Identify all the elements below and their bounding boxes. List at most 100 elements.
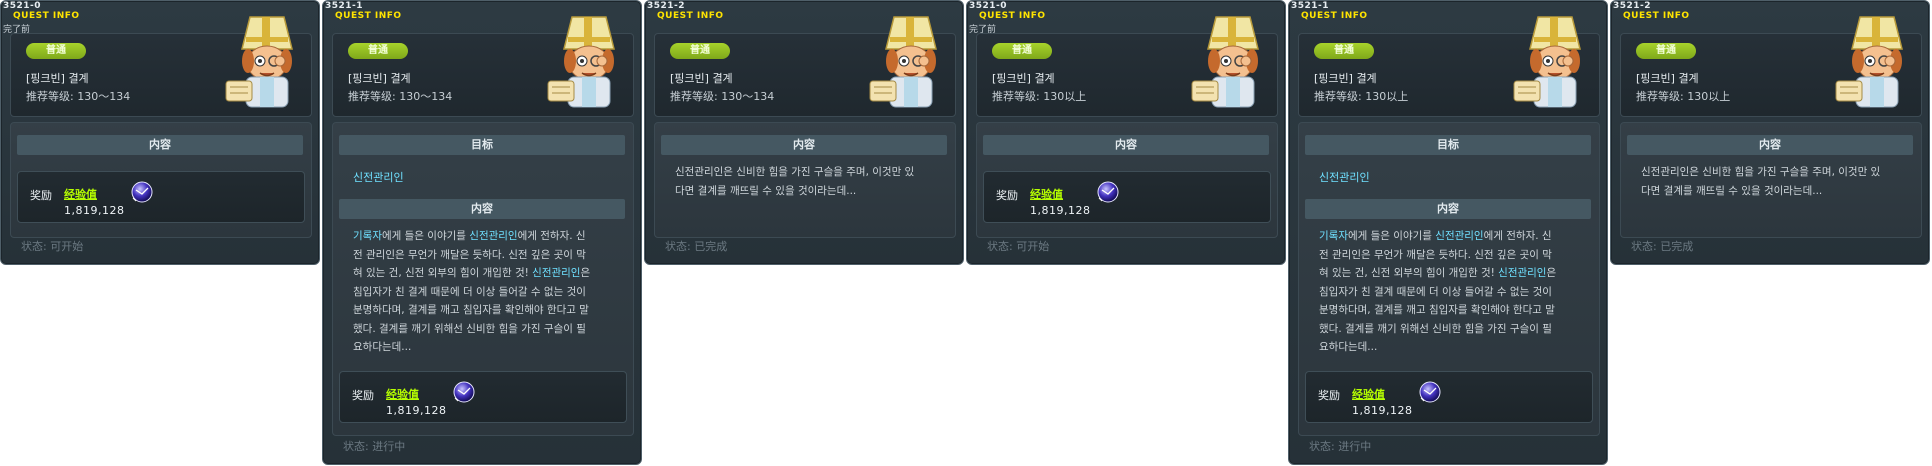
description-line: 침입자가 친 결계 때문에 더 이상 들어갈 수 없는 것이 bbox=[1319, 283, 1593, 302]
content-section-title: 内容 bbox=[17, 135, 303, 155]
description-line: 분명하다며, 결계를 깨고 침입자를 확인해야 한다고 말 bbox=[353, 301, 627, 320]
description-text: 에게 들은 이야기를 bbox=[381, 230, 470, 242]
target-npc-name[interactable]: 신전관리인 bbox=[353, 169, 404, 185]
quest-status: 状态: 已完成 bbox=[665, 240, 728, 253]
content-section-title: 内容 bbox=[1627, 135, 1913, 155]
quest-info-panel: 3521-0 QUEST INFO 完了前 普通 [핑크빈] 결계 推荐等级: 130以上… bbox=[966, 0, 1286, 265]
priest-npc-icon bbox=[1834, 15, 1918, 111]
quest-description: 신전관리인은 신비한 힘을 가진 구슬을 주며, 이것만 있다면 결계를 깨뜨릴… bbox=[675, 163, 949, 200]
recommended-level: 推荐等级: 130以上 bbox=[1636, 90, 1731, 103]
exp-value: 1,819,128 bbox=[64, 204, 125, 217]
content-section-title: 内容 bbox=[339, 199, 625, 219]
quest-info-header: QUEST INFO bbox=[335, 11, 402, 21]
quest-status: 状态: 进行中 bbox=[1309, 440, 1372, 453]
exp-value: 1,819,128 bbox=[1352, 404, 1413, 417]
recommended-level: 推荐等级: 130以上 bbox=[1314, 90, 1409, 103]
recommended-level: 推荐等级: 130～134 bbox=[26, 90, 131, 103]
target-section-title: 目标 bbox=[339, 135, 625, 155]
npc-name-link[interactable]: 신전관리인 bbox=[1435, 230, 1483, 242]
description-line: 신전관리인은 신비한 힘을 가진 구슬을 주며, 이것만 있 bbox=[1641, 163, 1915, 182]
reward-box: 奖励 经验值 1,819,128 bbox=[17, 171, 305, 223]
content-section-title: 内容 bbox=[983, 135, 1269, 155]
description-line: 기록자에게 들은 이야기를 신전관리인에게 전하자. 신 bbox=[353, 227, 627, 246]
quest-name: [핑크빈] 결계 bbox=[670, 72, 733, 85]
description-line: 했다. 결계를 깨기 위해선 신비한 힘을 가진 구슬이 필 bbox=[1319, 320, 1593, 339]
reward-box: 奖励 经验值 1,819,128 bbox=[983, 171, 1271, 223]
npc-name-link[interactable]: 기록자 bbox=[1319, 230, 1348, 242]
description-line: 기록자에게 들은 이야기를 신전관리인에게 전하자. 신 bbox=[1319, 227, 1593, 246]
description-text: 은 bbox=[580, 267, 591, 279]
quest-info-panel: 3521-0 QUEST INFO 完了前 普通 [핑크빈] 결계 推荐等级: 130～1… bbox=[0, 0, 320, 265]
content-section-title: 内容 bbox=[1305, 199, 1591, 219]
quest-status: 状态: 可开始 bbox=[21, 240, 84, 253]
quest-status: 状态: 进行中 bbox=[343, 440, 406, 453]
quest-info-strip: 3521-0 QUEST INFO 完了前 普通 [핑크빈] 결계 推荐等级: 130～1… bbox=[0, 0, 1932, 466]
exp-orb-icon[interactable] bbox=[452, 380, 476, 404]
description-line: 침입자가 친 결계 때문에 더 이상 들어갈 수 없는 것이 bbox=[353, 283, 627, 302]
quest-name: [핑크빈] 결계 bbox=[348, 72, 411, 85]
priest-npc-icon bbox=[1190, 15, 1274, 111]
quest-id: 3521-2 bbox=[1613, 1, 1652, 11]
content-section-title: 内容 bbox=[661, 135, 947, 155]
description-line: 다면 결계를 깨뜨릴 수 있을 것이라는데... bbox=[1641, 182, 1915, 201]
priest-npc-icon bbox=[1512, 15, 1596, 111]
reward-label: 奖励 bbox=[352, 389, 374, 402]
reward-label: 奖励 bbox=[996, 189, 1018, 202]
exp-orb-icon[interactable] bbox=[1418, 380, 1442, 404]
description-text: 다면 결계를 깨뜨릴 수 있을 것이라는데... bbox=[675, 184, 857, 197]
exp-orb-icon[interactable] bbox=[130, 180, 154, 204]
target-section-title: 目标 bbox=[1305, 135, 1591, 155]
quest-name: [핑크빈] 결계 bbox=[1314, 72, 1377, 85]
quest-status: 状态: 可开始 bbox=[987, 240, 1050, 253]
quest-id: 3521-0 bbox=[969, 1, 1008, 11]
quest-info-panel: 3521-1 QUEST INFO 普通 [핑크빈] 결계 推荐等级: 130以上 目标… bbox=[1288, 0, 1608, 465]
description-line: 전 관리인은 무언가 깨달은 듯하다. 신전 깊은 곳이 막 bbox=[353, 246, 627, 265]
description-text: 혀 있는 건, 신전 외부의 힘이 개입한 것! bbox=[1319, 267, 1499, 279]
npc-name-link[interactable]: 기록자 bbox=[353, 230, 382, 242]
description-text: 요하다는데... bbox=[1319, 341, 1378, 353]
priest-npc-icon bbox=[546, 15, 630, 111]
recommended-level: 推荐等级: 130～134 bbox=[670, 90, 775, 103]
quest-name: [핑크빈] 결계 bbox=[992, 72, 1055, 85]
description-line: 신전관리인은 신비한 힘을 가진 구슬을 주며, 이것만 있 bbox=[675, 163, 949, 182]
description-text: 침입자가 친 결계 때문에 더 이상 들어갈 수 없는 것이 bbox=[353, 285, 586, 298]
npc-name-link[interactable]: 신전관리인 bbox=[532, 267, 580, 279]
npc-name-link[interactable]: 신전관리인 bbox=[1498, 267, 1546, 279]
description-text: 신전관리인은 신비한 힘을 가진 구슬을 주며, 이것만 있 bbox=[1641, 166, 1881, 178]
description-text: 침입자가 친 결계 때문에 더 이상 들어갈 수 없는 것이 bbox=[1319, 285, 1552, 298]
quest-description: 신전관리인은 신비한 힘을 가진 구슬을 주며, 이것만 있다면 결계를 깨뜨릴… bbox=[1641, 163, 1915, 200]
quest-info-header: QUEST INFO bbox=[13, 11, 80, 21]
quest-info-header: QUEST INFO bbox=[657, 11, 724, 21]
quest-description: 기록자에게 들은 이야기를 신전관리인에게 전하자. 신전 관리인은 무언가 깨… bbox=[353, 227, 627, 357]
description-line: 전 관리인은 무언가 깨달은 듯하다. 신전 깊은 곳이 막 bbox=[1319, 246, 1593, 265]
quest-info-header: QUEST INFO bbox=[979, 11, 1046, 21]
difficulty-badge: 普通 bbox=[348, 43, 408, 59]
difficulty-badge: 普通 bbox=[1314, 43, 1374, 59]
recommended-level: 推荐等级: 130以上 bbox=[992, 90, 1087, 103]
quest-status: 状态: 已完成 bbox=[1631, 240, 1694, 253]
exp-value: 1,819,128 bbox=[1030, 204, 1091, 217]
priest-npc-icon bbox=[224, 15, 308, 111]
quest-name: [핑크빈] 결계 bbox=[1636, 72, 1699, 85]
description-text: 했다. 결계를 깨기 위해선 신비한 힘을 가진 구슬이 필 bbox=[1319, 322, 1552, 335]
description-text: 했다. 결계를 깨기 위해선 신비한 힘을 가진 구슬이 필 bbox=[353, 322, 586, 335]
description-text: 에게 전하자. 신 bbox=[517, 230, 586, 242]
exp-orb-icon[interactable] bbox=[1096, 180, 1120, 204]
reward-label: 奖励 bbox=[1318, 389, 1340, 402]
difficulty-badge: 普通 bbox=[670, 43, 730, 59]
reward-box: 奖励 经验值 1,819,128 bbox=[339, 371, 627, 423]
description-text: 전 관리인은 무언가 깨달은 듯하다. 신전 깊은 곳이 막 bbox=[353, 248, 586, 261]
description-text: 요하다는데... bbox=[353, 341, 412, 353]
description-text: 신전관리인은 신비한 힘을 가진 구슬을 주며, 이것만 있 bbox=[675, 166, 915, 178]
description-text: 전 관리인은 무언가 깨달은 듯하다. 신전 깊은 곳이 막 bbox=[1319, 248, 1552, 261]
description-text: 분명하다며, 결계를 깨고 침입자를 확인해야 한다고 말 bbox=[353, 304, 589, 316]
difficulty-badge: 普通 bbox=[26, 43, 86, 59]
quest-info-header: QUEST INFO bbox=[1623, 11, 1690, 21]
recommended-level: 推荐等级: 130～134 bbox=[348, 90, 453, 103]
target-npc-name[interactable]: 신전관리인 bbox=[1319, 169, 1370, 185]
quest-id: 3521-2 bbox=[647, 1, 686, 11]
description-line: 했다. 결계를 깨기 위해선 신비한 힘을 가진 구슬이 필 bbox=[353, 320, 627, 339]
description-line: 다면 결계를 깨뜨릴 수 있을 것이라는데... bbox=[675, 182, 949, 201]
npc-name-link[interactable]: 신전관리인 bbox=[469, 230, 517, 242]
reward-label: 奖励 bbox=[30, 189, 52, 202]
